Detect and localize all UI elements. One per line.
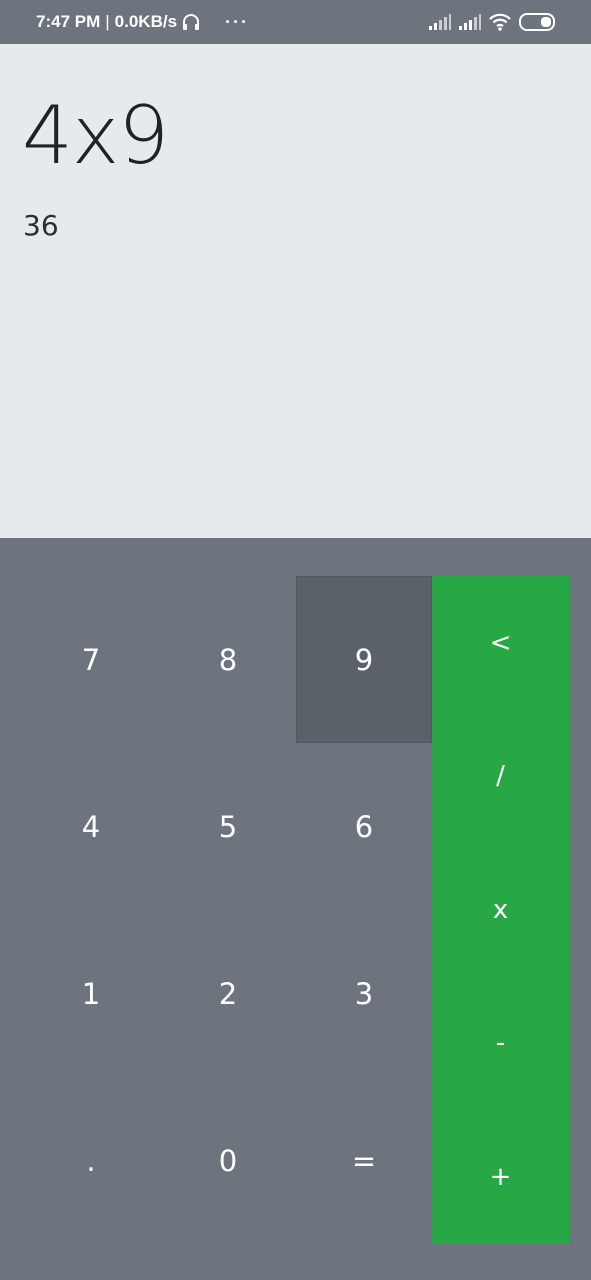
status-right (429, 0, 557, 44)
headset-icon (181, 12, 201, 32)
network-speed: 0.0KB/s (114, 12, 178, 31)
key-7[interactable]: 7 (23, 576, 159, 743)
key-6[interactable]: 6 (296, 743, 432, 910)
more-icon: ··· (225, 11, 250, 32)
key-9[interactable]: 9 (296, 576, 432, 743)
key-2[interactable]: 2 (160, 910, 296, 1077)
backspace-button[interactable]: < (432, 576, 569, 709)
key-8[interactable]: 8 (160, 576, 296, 743)
key-3[interactable]: 3 (296, 910, 432, 1077)
keypad: 7 8 9 4 5 6 1 2 3 . 0 = < / x - + (0, 538, 591, 1280)
signal-icon (429, 14, 451, 30)
status-bar: 7:47 PM | 0.0KB/s ··· (0, 0, 591, 44)
status-left: 7:47 PM | 0.0KB/s ··· (36, 0, 249, 44)
result-text: 36 (23, 209, 59, 242)
multiply-button[interactable]: x (432, 843, 569, 976)
expression-text: 4x9 (22, 89, 169, 182)
operator-panel: < / x - + (432, 576, 569, 1244)
key-0[interactable]: 0 (160, 1077, 296, 1244)
add-button[interactable]: + (432, 1110, 569, 1243)
status-separator: | (105, 12, 110, 31)
battery-icon (519, 13, 557, 31)
key-5[interactable]: 5 (160, 743, 296, 910)
key-1[interactable]: 1 (23, 910, 159, 1077)
calculator-screen: 7:47 PM | 0.0KB/s ··· 4x9 36 7 8 9 4 5 6… (0, 0, 591, 1280)
subtract-button[interactable]: - (432, 976, 569, 1109)
key-4[interactable]: 4 (23, 743, 159, 910)
key-equals[interactable]: = (296, 1077, 432, 1244)
divide-button[interactable]: / (432, 709, 569, 842)
calculator-display: 4x9 36 (0, 44, 591, 538)
signal-icon-2 (459, 14, 481, 30)
key-decimal[interactable]: . (23, 1077, 159, 1244)
wifi-icon (489, 13, 511, 31)
status-time: 7:47 PM (36, 12, 101, 31)
